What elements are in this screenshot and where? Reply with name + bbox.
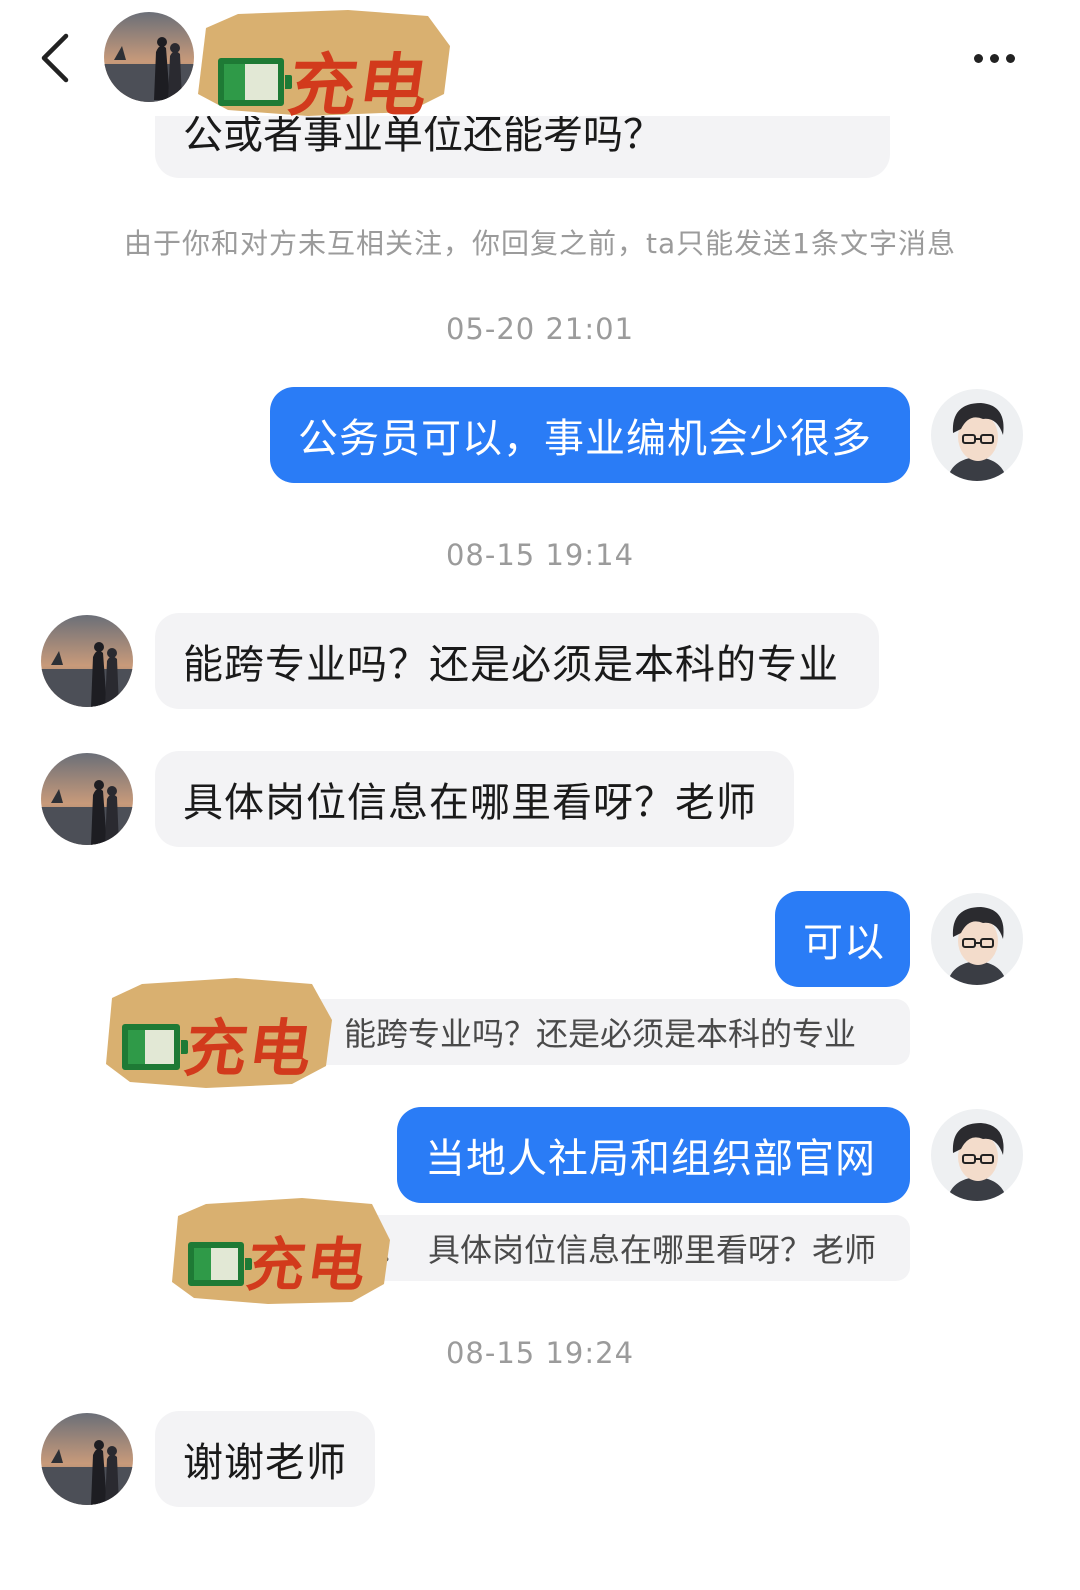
sticker-text: 充电	[180, 1012, 319, 1085]
chevron-left-icon	[41, 33, 69, 83]
more-options-button[interactable]	[960, 36, 1030, 80]
user-avatar[interactable]	[931, 389, 1023, 481]
follow-notice: 由于你和对方未互相关注，你回复之前，ta只能发送1条文字消息	[124, 227, 956, 260]
timestamp: 08-15 19:14	[445, 538, 635, 572]
message-bubble-incoming[interactable]: 具体岗位信息在哪里看呀？老师	[155, 751, 794, 847]
timestamp: 05-20 21:01	[445, 312, 635, 346]
cut-off-message: 公或者事业单位还能考吗？	[155, 116, 890, 178]
sticker-text: 充电	[242, 1231, 373, 1299]
contact-avatar[interactable]	[41, 753, 133, 845]
sticker-text: 充电	[283, 46, 435, 126]
message-bubble-outgoing[interactable]: 当地人社局和组织部官网	[397, 1107, 910, 1203]
message-bubble-incoming[interactable]: 能跨专业吗？还是必须是本科的专业	[155, 613, 879, 709]
user-avatar[interactable]	[931, 1109, 1023, 1201]
message-bubble-outgoing[interactable]: 公务员可以，事业编机会少很多	[270, 387, 910, 483]
back-button[interactable]	[30, 28, 86, 88]
contact-avatar[interactable]	[104, 12, 194, 102]
user-avatar[interactable]	[931, 893, 1023, 985]
contact-avatar[interactable]	[41, 1413, 133, 1505]
quoted-sender-sticker: 充电	[172, 1196, 390, 1304]
contact-name-sticker: 充电	[198, 6, 450, 126]
quoted-sender-sticker: 充电	[106, 976, 332, 1088]
message-bubble-outgoing[interactable]: 可以	[775, 891, 910, 987]
timestamp: 08-15 19:24	[445, 1336, 635, 1370]
quoted-reply[interactable]: ： 具体岗位信息在哪里看呀？老师	[364, 1215, 910, 1281]
message-bubble-incoming[interactable]: 谢谢老师	[155, 1411, 375, 1507]
quoted-reply[interactable]: 能跨专业吗？还是必须是本科的专业	[300, 999, 910, 1065]
more-horizontal-icon	[974, 54, 983, 63]
contact-avatar[interactable]	[41, 615, 133, 707]
